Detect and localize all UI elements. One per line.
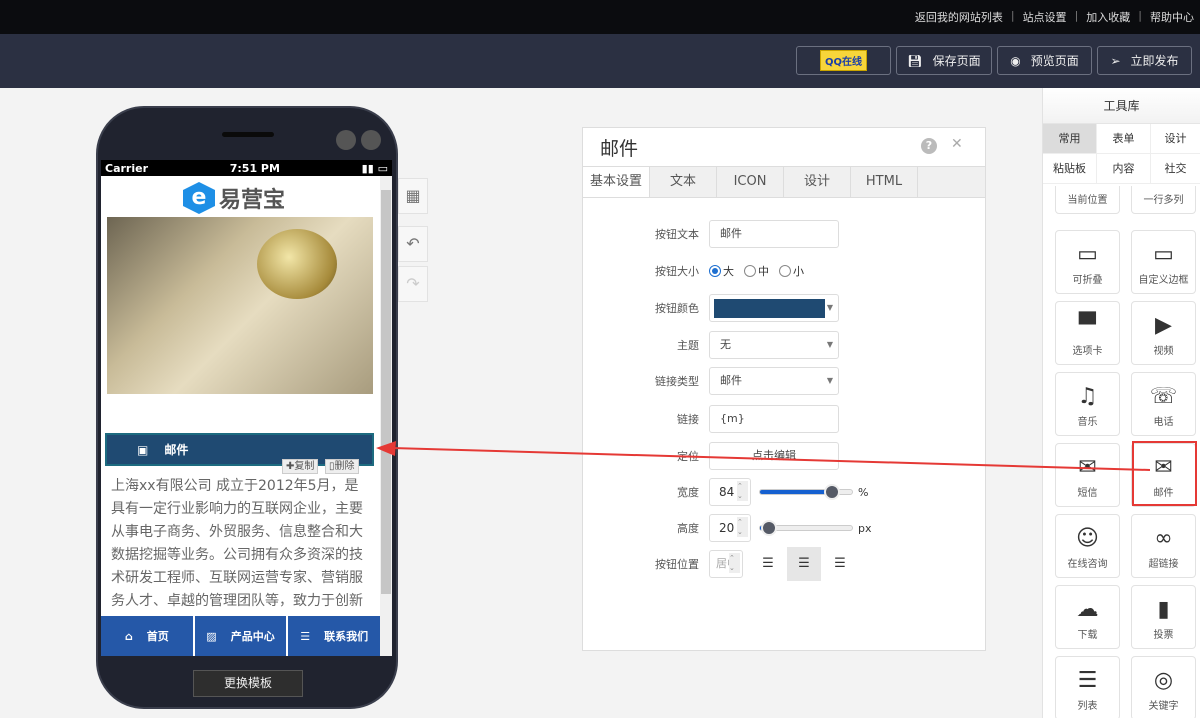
drag-arrow xyxy=(376,441,1151,471)
